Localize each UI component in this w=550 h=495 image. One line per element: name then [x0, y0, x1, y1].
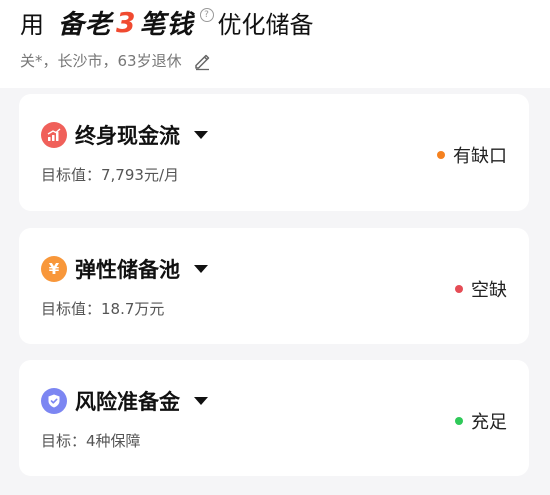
page-header: 用 备老 3 笔钱 ? 优化储备 关*，长沙市，63岁退休 [0, 0, 550, 88]
card-name: 风险准备金 [75, 390, 180, 414]
user-info: 关*，长沙市，63岁退休 [20, 50, 212, 71]
card-name: 终身现金流 [75, 124, 180, 148]
card-name: 弹性储备池 [75, 258, 180, 282]
help-icon[interactable]: ? [199, 8, 214, 22]
title-prefix: 用 [20, 10, 44, 39]
title-brand-three: 3 [116, 5, 136, 39]
status-dot [455, 417, 463, 425]
status-badge: 有缺口 [437, 142, 507, 168]
status-badge: 空缺 [455, 276, 507, 302]
title-brand-part1: 备老 [58, 9, 113, 40]
status-dot [437, 151, 445, 159]
card-target: 目标值：18.7万元 [41, 300, 165, 318]
pencil-icon[interactable] [192, 51, 212, 71]
shield-check-icon [41, 388, 67, 414]
card-risk-reserve[interactable]: 风险准备金 目标：4种保障 充足 [19, 360, 529, 476]
title-suffix: 优化储备 [217, 10, 314, 39]
status-text: 充足 [471, 412, 507, 433]
status-dot [455, 285, 463, 293]
yen-glyph: ¥ [48, 260, 60, 278]
status-badge: 充足 [455, 408, 507, 434]
card-lifetime-cashflow[interactable]: 终身现金流 目标值：7,793元/月 有缺口 [19, 94, 529, 211]
user-info-text: 关*，长沙市，63岁退休 [20, 52, 182, 70]
card-flexible-reserve[interactable]: ¥ 弹性储备池 目标值：18.7万元 空缺 [19, 228, 529, 344]
yen-icon: ¥ [41, 256, 67, 282]
caret-down-icon [194, 397, 208, 405]
card-title-dropdown[interactable]: 风险准备金 [41, 386, 208, 416]
chart-icon [41, 122, 67, 148]
caret-down-icon [194, 131, 208, 139]
card-target: 目标值：7,793元/月 [41, 166, 179, 184]
title-brand-part2: 笔钱 [139, 9, 194, 40]
page-title: 用 备老 3 笔钱 ? 优化储备 [20, 4, 314, 40]
status-text: 空缺 [471, 280, 507, 301]
caret-down-icon [194, 265, 208, 273]
status-text: 有缺口 [453, 146, 507, 167]
card-title-dropdown[interactable]: ¥ 弹性储备池 [41, 254, 208, 284]
card-title-dropdown[interactable]: 终身现金流 [41, 120, 208, 150]
card-target: 目标：4种保障 [41, 432, 141, 450]
